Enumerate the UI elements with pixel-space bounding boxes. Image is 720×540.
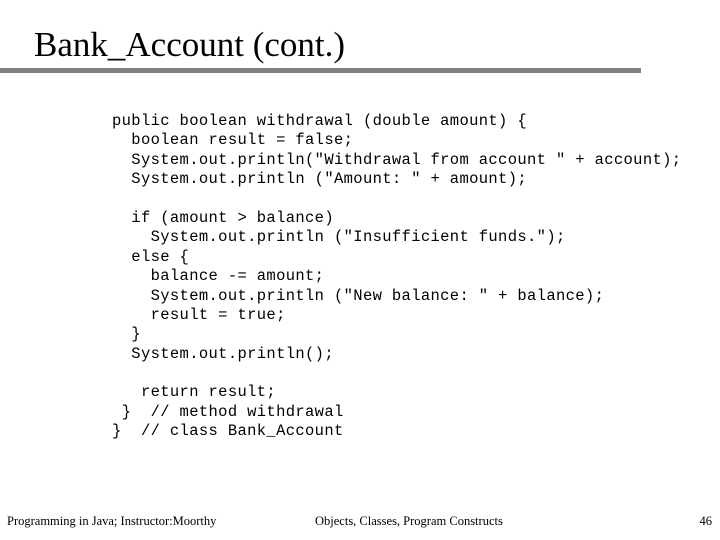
code-line: public boolean withdrawal (double amount… <box>112 112 528 130</box>
code-line: System.out.println ("Insufficient funds.… <box>112 228 566 247</box>
code-line: } <box>112 325 141 344</box>
code-line: balance -= amount; <box>112 267 325 286</box>
code-line: result = true; <box>112 305 286 324</box>
code-line: boolean result = false; <box>112 131 354 150</box>
page-title: Bank_Account (cont.) <box>34 25 346 64</box>
footer-course-label: Programming in Java; Instructor:Moorthy <box>7 514 217 528</box>
code-block: public boolean withdrawal (double amount… <box>112 112 720 442</box>
code-line: System.out.println("Withdrawal from acco… <box>112 150 682 169</box>
code-line: System.out.println(); <box>112 344 334 363</box>
footer: Programming in Java; Instructor:Moorthy … <box>0 512 720 534</box>
code-line: System.out.println ("New balance: " + ba… <box>112 286 605 305</box>
title-divider <box>0 68 641 73</box>
code-line: System.out.println ("Amount: " + amount)… <box>112 170 528 189</box>
code-line: if (amount > balance) <box>112 208 334 227</box>
footer-topic-label: Objects, Classes, Program Constructs <box>315 514 503 528</box>
code-line: } // class Bank_Account <box>112 422 344 441</box>
code-line: else { <box>112 247 190 266</box>
code-line: } // method withdrawal <box>112 402 344 421</box>
code-line: return result; <box>112 383 277 402</box>
slide: Bank_Account (cont.) public boolean with… <box>0 0 720 540</box>
footer-page-number: 46 <box>699 514 713 528</box>
title-block: Bank_Account (cont.) <box>0 24 645 73</box>
